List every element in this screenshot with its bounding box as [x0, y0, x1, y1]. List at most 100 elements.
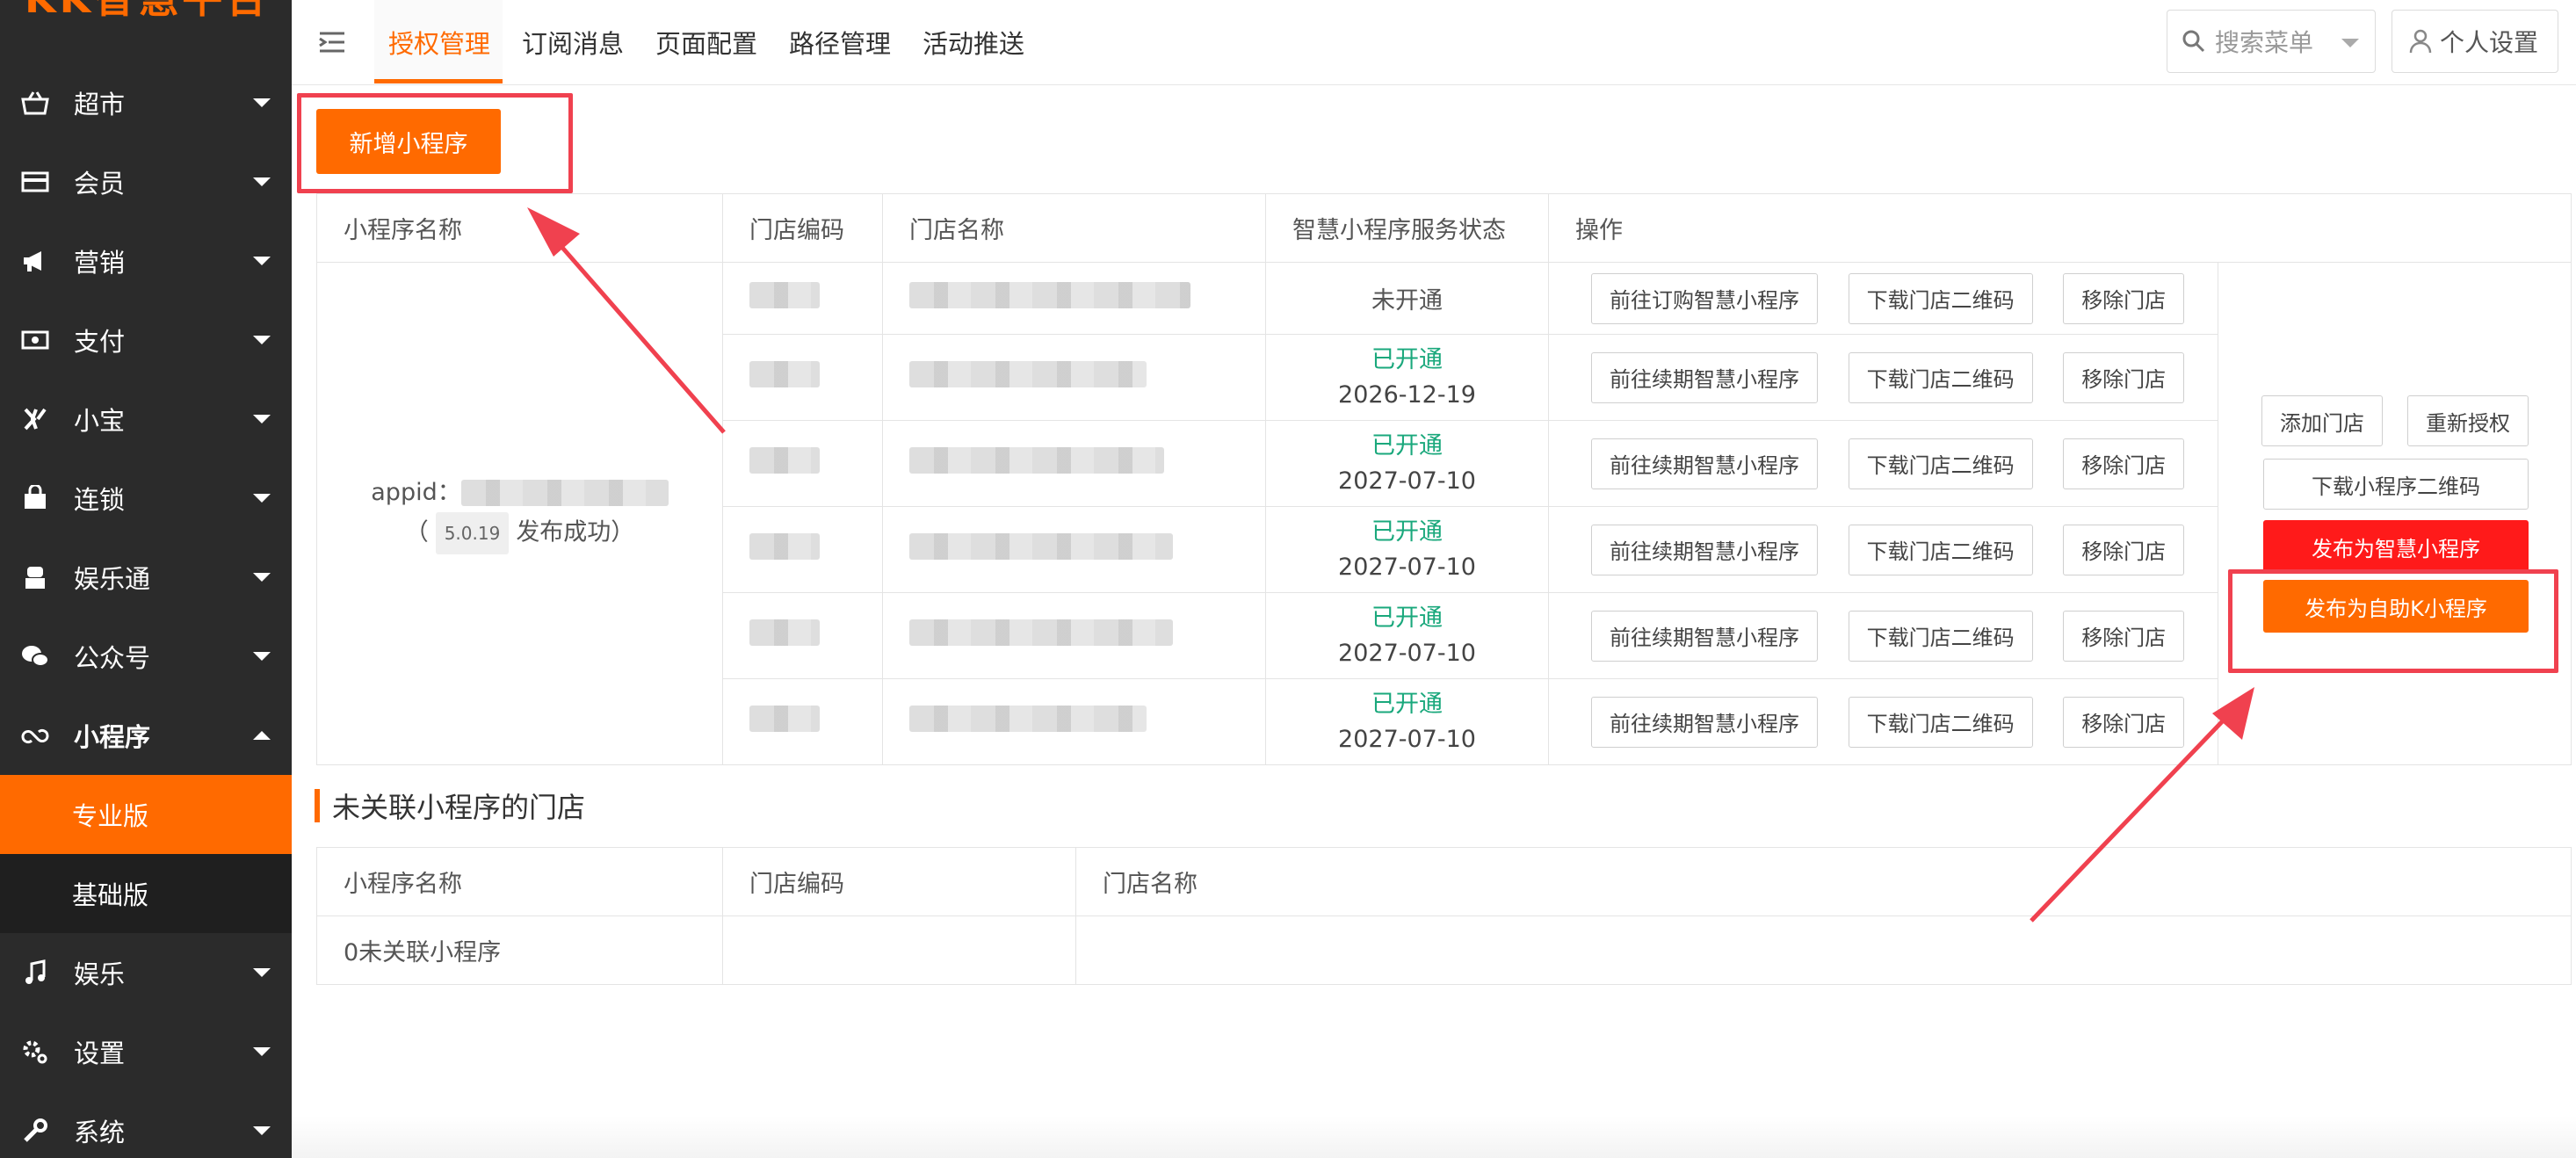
remove-store-button[interactable]: 移除门店: [2063, 696, 2185, 748]
basket-icon: [18, 85, 53, 120]
renew-smart-miniprogram-button[interactable]: 前往续期智慧小程序: [1591, 351, 1818, 403]
sidebar-item-label: 营销: [74, 248, 126, 278]
sidebar-item-marketing[interactable]: 营销: [0, 221, 292, 300]
tab-path-management[interactable]: 路径管理: [789, 0, 891, 84]
chevron-down-icon: [253, 98, 271, 107]
chevron-down-icon: [2341, 39, 2359, 47]
empty-cell: [722, 916, 1076, 985]
remove-store-button[interactable]: 移除门店: [2063, 272, 2185, 324]
wrench-icon: [18, 1113, 53, 1148]
user-icon: [2408, 28, 2433, 54]
download-store-qr-button[interactable]: 下载门店二维码: [1848, 696, 2033, 748]
tab-subscription-messages[interactable]: 订阅消息: [522, 0, 624, 84]
tab-authorization[interactable]: 授权管理: [388, 0, 490, 84]
sidebar-item-supermarket[interactable]: 超市: [0, 63, 292, 142]
bottom-shadow: [292, 1116, 2576, 1158]
search-placeholder: 搜索菜单: [2215, 28, 2314, 57]
sidebar-item-official-account[interactable]: 公众号: [0, 617, 292, 696]
column-header: 小程序名称: [316, 193, 723, 263]
remove-store-button[interactable]: 移除门店: [2063, 610, 2185, 662]
annotation-highlight-box: [297, 93, 573, 193]
renew-smart-miniprogram-button[interactable]: 前往续期智慧小程序: [1591, 696, 1818, 748]
sidebar-subitem-basic[interactable]: 基础版: [0, 854, 292, 933]
reauthorize-button[interactable]: 重新授权: [2407, 395, 2529, 446]
renew-smart-miniprogram-button[interactable]: 前往续期智慧小程序: [1591, 524, 1818, 575]
service-status-cell: 已开通 2027-07-10: [1265, 678, 1549, 765]
column-header: 智慧小程序服务状态: [1265, 193, 1549, 263]
chevron-down-icon: [253, 494, 271, 503]
service-status-cell: 已开通 2027-07-10: [1265, 506, 1549, 593]
sidebar-item-system[interactable]: 系统: [0, 1091, 292, 1158]
service-status-cell: 已开通 2027-07-10: [1265, 420, 1549, 507]
unlinked-section-title: 未关联小程序的门店: [315, 787, 585, 824]
menu-toggle-icon[interactable]: [318, 28, 346, 56]
search-menu-dropdown[interactable]: 搜索菜单: [2167, 10, 2376, 73]
sidebar-item-settings[interactable]: 设置: [0, 1012, 292, 1091]
expiry-date: 2027-07-10: [1338, 553, 1476, 581]
sidebar-item-chain[interactable]: 连锁: [0, 459, 292, 538]
redacted-appid: [460, 480, 669, 506]
status-text: 已开通: [1371, 690, 1443, 718]
sidebar-item-miniprogram[interactable]: 小程序: [0, 696, 292, 775]
sidebar-item-label: 支付: [74, 327, 126, 357]
active-tab-underline: [374, 79, 503, 83]
sidebar-subitem-label: 基础版: [72, 880, 149, 910]
download-store-qr-button[interactable]: 下载门店二维码: [1848, 524, 2033, 575]
expiry-date: 2026-12-19: [1338, 380, 1476, 409]
user-settings-button[interactable]: 个人设置: [2391, 10, 2558, 73]
sidebar-item-member[interactable]: 会员: [0, 142, 292, 221]
redacted-store-code: [749, 447, 820, 474]
side-actions-cell: [2218, 262, 2572, 765]
chevron-down-icon: [253, 573, 271, 582]
operation-cell: 前往续期智慧小程序 下载门店二维码 移除门店: [1548, 506, 2218, 593]
column-header: 小程序名称: [316, 847, 723, 916]
subscribe-smart-miniprogram-button[interactable]: 前往订购智慧小程序: [1591, 272, 1818, 324]
table-row: 0未关联小程序: [316, 916, 2572, 985]
download-store-qr-button[interactable]: 下载门店二维码: [1848, 610, 2033, 662]
download-store-qr-button[interactable]: 下载门店二维码: [1848, 272, 2033, 324]
store-name-cell: [882, 506, 1266, 593]
sidebar-item-xiaobao[interactable]: 小宝: [0, 380, 292, 459]
sidebar: KK智慧平台 超市 会员 营销 支付 小宝: [0, 0, 292, 1158]
publish-smart-miniprogram-button[interactable]: 发布为智慧小程序: [2263, 520, 2529, 573]
renew-smart-miniprogram-button[interactable]: 前往续期智慧小程序: [1591, 438, 1818, 489]
sidebar-item-entertainment-pass[interactable]: 娱乐通: [0, 538, 292, 617]
megaphone-icon: [18, 243, 53, 279]
download-store-qr-button[interactable]: 下载门店二维码: [1848, 438, 2033, 489]
chevron-down-icon: [253, 336, 271, 344]
chevron-down-icon: [253, 1047, 271, 1056]
download-miniprogram-qr-button[interactable]: 下载小程序二维码: [2263, 459, 2529, 510]
store-code-cell: [722, 334, 883, 421]
remove-store-button[interactable]: 移除门店: [2063, 351, 2185, 403]
store-code-cell: [722, 420, 883, 507]
column-header: 门店名称: [882, 193, 1266, 263]
chevron-down-icon: [253, 177, 271, 186]
version-badge: 5.0.19: [435, 511, 510, 554]
expiry-date: 2027-07-10: [1338, 725, 1476, 753]
add-store-button[interactable]: 添加门店: [2261, 395, 2383, 446]
sidebar-item-payment[interactable]: 支付: [0, 300, 292, 380]
sidebar-item-label: 娱乐通: [74, 564, 151, 594]
redacted-store-code: [749, 361, 820, 387]
redacted-store-name: [909, 533, 1173, 560]
status-text: 已开通: [1371, 604, 1443, 632]
miniprogram-icon: [18, 718, 53, 753]
download-store-qr-button[interactable]: 下载门店二维码: [1848, 351, 2033, 403]
remove-store-button[interactable]: 移除门店: [2063, 524, 2185, 575]
chevron-down-icon: [253, 1126, 271, 1135]
chevron-down-icon: [253, 415, 271, 423]
sidebar-item-label: 会员: [74, 169, 126, 199]
renew-smart-miniprogram-button[interactable]: 前往续期智慧小程序: [1591, 610, 1818, 662]
sidebar-subitem-label: 专业版: [72, 801, 149, 831]
sidebar-subitem-pro[interactable]: 专业版: [0, 775, 292, 854]
status-text: 未开通: [1371, 287, 1443, 315]
tab-activity-push[interactable]: 活动推送: [923, 0, 1024, 84]
sidebar-item-label: 系统: [74, 1118, 126, 1147]
tab-page-config[interactable]: 页面配置: [655, 0, 757, 84]
redacted-store-code: [749, 706, 820, 732]
top-nav: 授权管理 订阅消息 页面配置 路径管理 活动推送 搜索菜单 个人设置: [292, 0, 2576, 85]
sidebar-item-entertainment[interactable]: 娱乐: [0, 933, 292, 1012]
remove-store-button[interactable]: 移除门店: [2063, 438, 2185, 489]
redacted-store-name: [909, 361, 1147, 387]
brand-logo: KK智慧平台: [25, 0, 270, 22]
